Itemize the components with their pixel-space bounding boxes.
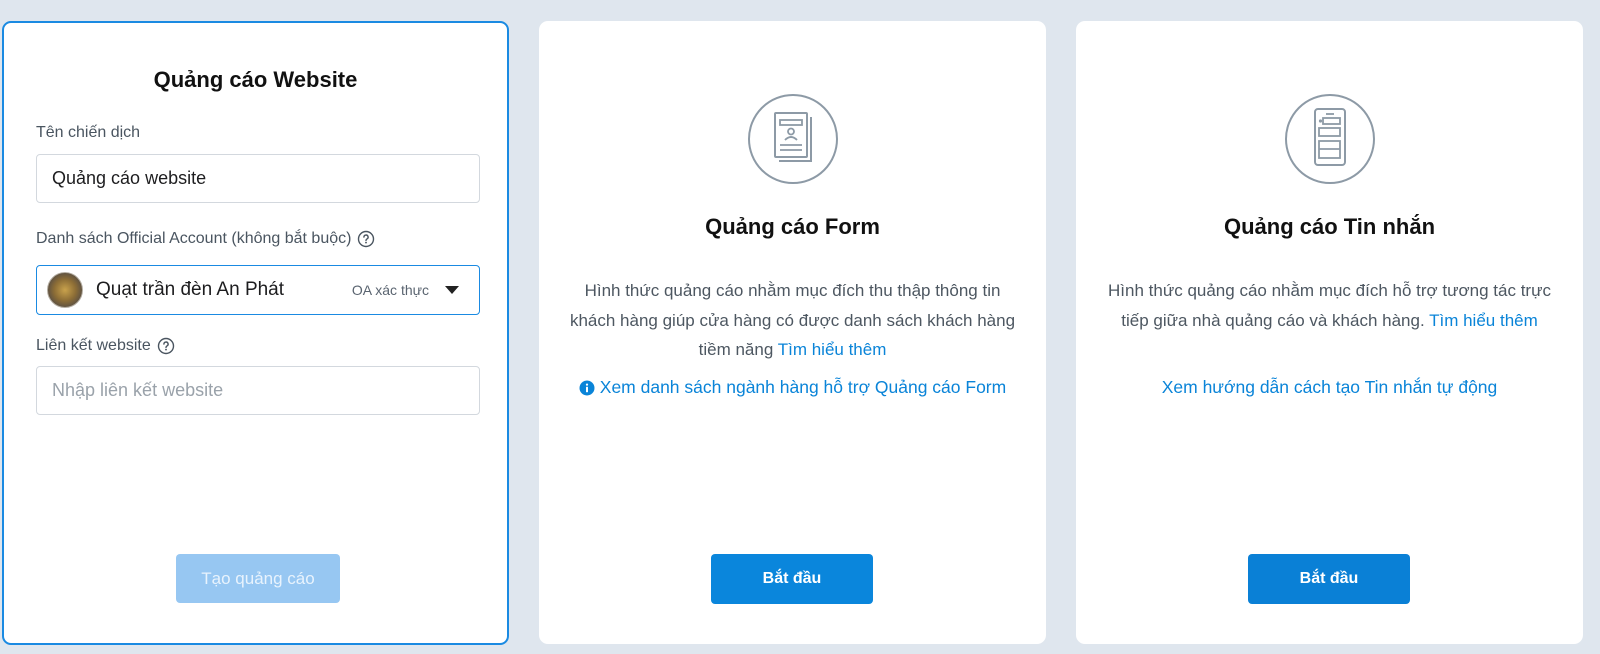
message-start-button[interactable]: Bắt đầu <box>1248 554 1410 604</box>
message-ad-card: Quảng cáo Tin nhắn Hình thức quảng cáo n… <box>1076 21 1583 644</box>
oa-select[interactable]: Quạt trần đèn An Phát OA xác thực <box>36 265 480 315</box>
help-icon[interactable] <box>157 337 175 355</box>
website-link-input[interactable] <box>36 366 480 415</box>
website-link-label-text: Liên kết website <box>36 337 151 354</box>
message-learn-more-link[interactable]: Tìm hiểu thêm <box>1429 311 1538 330</box>
form-card-title: Quảng cáo Form <box>705 214 880 239</box>
form-support-link-text[interactable]: Xem danh sách ngành hàng hỗ trợ Quảng cá… <box>600 377 1006 398</box>
form-document-icon <box>747 94 838 184</box>
form-support-link[interactable]: Xem danh sách ngành hàng hỗ trợ Quảng cá… <box>539 377 1046 398</box>
campaign-name-label-text: Tên chiến dịch <box>36 124 141 141</box>
oa-list-label-text: Danh sách Official Account (không bắt bu… <box>36 230 352 247</box>
phone-message-icon <box>1284 94 1375 184</box>
website-card-title: Quảng cáo Website <box>153 67 358 92</box>
campaign-name-input[interactable] <box>36 154 480 203</box>
info-icon <box>579 380 595 395</box>
chevron-down-icon[interactable] <box>445 286 459 294</box>
form-learn-more-link[interactable]: Tìm hiểu thêm <box>778 340 887 359</box>
form-card-description: Hình thức quảng cáo nhằm mục đích thu th… <box>569 276 1016 365</box>
create-ad-button[interactable]: Tạo quảng cáo <box>176 554 340 603</box>
form-start-button[interactable]: Bắt đầu <box>711 554 873 604</box>
oa-avatar <box>47 272 83 308</box>
website-link-label: Liên kết website <box>36 337 175 355</box>
help-icon[interactable] <box>357 230 375 248</box>
message-guide-link-text[interactable]: Xem hướng dẫn cách tạo Tin nhắn tự động <box>1162 377 1498 398</box>
oa-selected-name: Quạt trần đèn An Phát <box>96 279 285 300</box>
message-guide-link[interactable]: Xem hướng dẫn cách tạo Tin nhắn tự động <box>1076 377 1583 398</box>
form-ad-card: Quảng cáo Form Hình thức quảng cáo nhằm … <box>539 21 1046 644</box>
message-card-title: Quảng cáo Tin nhắn <box>1223 214 1436 239</box>
oa-list-label: Danh sách Official Account (không bắt bu… <box>36 230 375 248</box>
message-card-description: Hình thức quảng cáo nhằm mục đích hỗ trợ… <box>1106 276 1553 335</box>
oa-verified-badge: OA xác thực <box>351 282 429 298</box>
website-ad-card: Quảng cáo Website Tên chiến dịch Danh sá… <box>2 21 509 645</box>
campaign-name-label: Tên chiến dịch <box>36 124 140 142</box>
